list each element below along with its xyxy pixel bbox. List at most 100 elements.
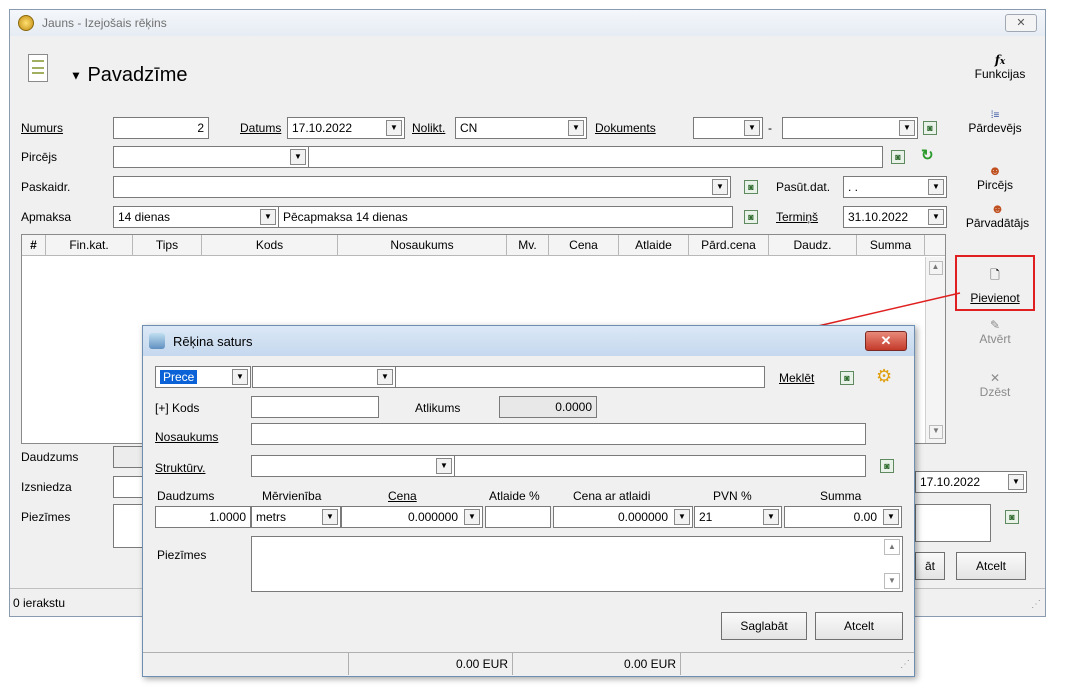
status-total-1: 0.00 EUR	[349, 653, 513, 675]
col-kods[interactable]: Kods	[202, 235, 338, 255]
strukturv-dropdown-icon[interactable]: ▼	[436, 458, 452, 474]
dialog-resize-grip-icon[interactable]: ⋰	[900, 659, 910, 670]
item-code-select[interactable]: ▼	[252, 366, 396, 388]
scroll-down-icon[interactable]: ▼	[929, 425, 943, 439]
noliktava-select[interactable]: CN ▼	[455, 117, 587, 139]
dialog-close-button[interactable]: ✕	[865, 331, 907, 351]
apmaksa-select[interactable]: 14 dienas ▼	[113, 206, 279, 228]
termins-dropdown-icon[interactable]: ▼	[928, 209, 944, 225]
kods-field[interactable]	[251, 396, 379, 418]
pircejs-select[interactable]: ▼	[113, 146, 309, 168]
right-notes-field[interactable]	[915, 504, 991, 542]
col-daudz[interactable]: Daudz.	[769, 235, 857, 255]
col-hash[interactable]: #	[22, 235, 46, 255]
sum-field[interactable]: 0.00 ▼	[784, 506, 902, 528]
col-summa[interactable]: Summa	[857, 235, 925, 255]
pircejs-dropdown-icon[interactable]: ▼	[290, 149, 306, 165]
settings-gear-icon[interactable]: ⚙	[876, 366, 892, 387]
dialog-search-icon[interactable]: ◙	[840, 371, 854, 385]
paskaidr-search-icon[interactable]: ◙	[744, 180, 758, 194]
carrier-icon: ☻	[990, 201, 1005, 216]
discounted-price-dropdown-icon[interactable]: ▼	[674, 509, 690, 525]
apmaksa-desc-field[interactable]: Pēcapmaksa 14 dienas	[278, 206, 733, 228]
apmaksa-dropdown-icon[interactable]: ▼	[260, 209, 276, 225]
col-mv[interactable]: Mv.	[507, 235, 549, 255]
item-type-select[interactable]: Prece ▼	[155, 366, 251, 388]
search-label: Meklēt	[779, 371, 815, 385]
vat-dropdown-icon[interactable]: ▼	[763, 509, 779, 525]
vat-select[interactable]: 21 ▼	[694, 506, 782, 528]
col-atlaide[interactable]: Atlaide	[619, 235, 689, 255]
kods-label: [+] Kods	[155, 401, 200, 415]
col-tips[interactable]: Tips	[133, 235, 202, 255]
invoice-line-dialog: Rēķina saturs ✕ Prece ▼ ▼ Meklēt ◙ ⚙ [+]…	[142, 325, 915, 677]
date-field[interactable]: 17.10.2022 ▼	[915, 471, 1027, 493]
pircejs-name-field[interactable]	[308, 146, 883, 168]
item-name-search[interactable]	[395, 366, 765, 388]
quantity-field[interactable]: 1.0000	[155, 506, 251, 528]
discount-field[interactable]	[485, 506, 551, 528]
dokuments-dropdown-icon[interactable]: ▼	[744, 120, 760, 136]
dialog-notes-field[interactable]: ▲ ▼	[251, 536, 903, 592]
refresh-icon[interactable]: ↻	[921, 146, 934, 164]
notes-scroll-down-icon[interactable]: ▼	[884, 573, 900, 589]
pircejs-search-icon[interactable]: ◙	[891, 150, 905, 164]
price-field[interactable]: 0.000000 ▼	[341, 506, 483, 528]
atlikums-label: Atlikums	[415, 401, 461, 415]
paskaidr-dropdown-icon[interactable]: ▼	[712, 179, 728, 195]
termins-field[interactable]: 31.10.2022 ▼	[843, 206, 947, 228]
dialog-cancel-button[interactable]: Atcelt	[815, 612, 903, 640]
atlaide-header: Atlaide %	[489, 489, 540, 503]
apmaksa-search-icon[interactable]: ◙	[744, 210, 758, 224]
seller-button[interactable]: ⁞≡ Pārdevējs	[955, 110, 1035, 135]
paskaidr-field[interactable]: ▼	[113, 176, 731, 198]
dialog-save-button[interactable]: Saglabāt	[721, 612, 807, 640]
dokuments-number-dropdown-icon[interactable]: ▼	[899, 120, 915, 136]
resize-grip-icon[interactable]: ⋰	[1031, 599, 1041, 610]
save-button-partial[interactable]: āt	[915, 552, 945, 580]
buyer-button[interactable]: ☻ Pircējs	[955, 163, 1035, 192]
unit-select[interactable]: metrs ▼	[251, 506, 341, 528]
type-dropdown-icon[interactable]: ▼	[232, 369, 248, 385]
unit-dropdown-icon[interactable]: ▼	[322, 509, 338, 525]
col-nosaukums[interactable]: Nosaukums	[338, 235, 507, 255]
search-icon[interactable]: ◙	[923, 121, 937, 135]
nosaukums-field[interactable]	[251, 423, 866, 445]
col-cena[interactable]: Cena	[549, 235, 619, 255]
date-dropdown-icon[interactable]: ▼	[1008, 474, 1024, 490]
numurs-field[interactable]: 2	[113, 117, 209, 139]
datums-dropdown-icon[interactable]: ▼	[386, 120, 402, 136]
piezimes-label: Piezīmes	[21, 510, 71, 524]
delete-button[interactable]: ✕ Dzēst	[955, 371, 1035, 399]
pasut-dat-dropdown-icon[interactable]: ▼	[928, 179, 944, 195]
cancel-button[interactable]: Atcelt	[956, 552, 1026, 580]
datums-label: Datums	[240, 121, 282, 135]
dokuments-type-select[interactable]: ▼	[693, 117, 763, 139]
functions-button[interactable]: fx Funkcijas	[965, 53, 1035, 81]
notes-search-icon[interactable]: ◙	[1005, 510, 1019, 524]
sum-dropdown-icon[interactable]: ▼	[883, 509, 899, 525]
strukturv-name-field[interactable]	[454, 455, 866, 477]
nolikt-dropdown-icon[interactable]: ▼	[568, 120, 584, 136]
strukturv-select[interactable]: ▼	[251, 455, 455, 477]
status-seg-1	[143, 653, 349, 675]
datums-field[interactable]: 17.10.2022 ▼	[287, 117, 405, 139]
item-code-dropdown-icon[interactable]: ▼	[377, 369, 393, 385]
dialog-app-icon	[149, 333, 165, 349]
col-pard-cena[interactable]: Pārd.cena	[689, 235, 769, 255]
carrier-label: Pārvadātājs	[965, 216, 1030, 230]
carrier-button[interactable]: ☻ Pārvadātājs	[955, 201, 1040, 230]
price-dropdown-icon[interactable]: ▼	[464, 509, 480, 525]
delete-label: Dzēst	[979, 385, 1011, 399]
close-button[interactable]: ✕	[1005, 14, 1037, 32]
discounted-price-field[interactable]: 0.000000 ▼	[553, 506, 693, 528]
notes-scroll-up-icon[interactable]: ▲	[884, 539, 900, 555]
pvn-header: PVN %	[713, 489, 752, 503]
scroll-up-icon[interactable]: ▲	[928, 261, 943, 275]
strukturv-search-icon[interactable]: ◙	[880, 459, 894, 473]
close-icon: ✕	[1016, 17, 1026, 29]
dokuments-number-select[interactable]: ▼	[782, 117, 918, 139]
pasut-dat-field[interactable]: . . ▼	[843, 176, 947, 198]
col-fin-kat[interactable]: Fin.kat.	[46, 235, 133, 255]
doc-type-dropdown[interactable]: ▼ Pavadzīme	[70, 64, 188, 87]
